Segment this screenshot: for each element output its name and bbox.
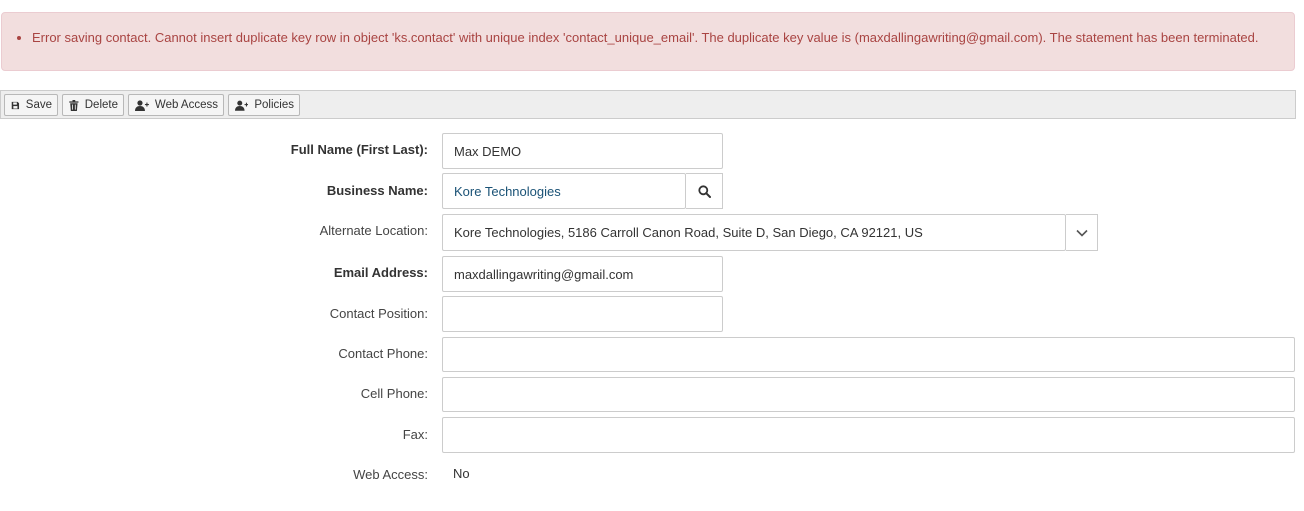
web-access-value: No xyxy=(453,466,470,481)
web-access-button-label: Web Access xyxy=(154,99,218,111)
toolbar: Save Delete Web Access Policies xyxy=(0,90,1296,119)
error-list: Error saving contact. Cannot insert dupl… xyxy=(16,30,1282,46)
business-search-button[interactable] xyxy=(686,173,723,209)
business-name-input[interactable]: Kore Technologies xyxy=(442,173,686,209)
contact-position-label: Contact Position: xyxy=(329,306,428,321)
delete-button-label: Delete xyxy=(84,99,118,111)
contact-position-input[interactable] xyxy=(442,296,723,332)
save-button[interactable]: Save xyxy=(4,94,58,116)
error-message: Error saving contact. Cannot insert dupl… xyxy=(32,30,1282,46)
delete-button[interactable]: Delete xyxy=(62,94,124,116)
floppy-disk-icon xyxy=(11,101,20,109)
trash-icon xyxy=(69,99,79,111)
full-name-input[interactable]: Max DEMO xyxy=(442,133,723,169)
cell-phone-input[interactable] xyxy=(442,377,1295,412)
contact-phone-input[interactable] xyxy=(442,337,1295,372)
web-access-label: Web Access: xyxy=(353,467,428,482)
alternate-location-label: Alternate Location: xyxy=(319,223,428,238)
policies-button[interactable]: Policies xyxy=(228,94,300,116)
search-icon xyxy=(697,184,711,198)
user-plus-icon xyxy=(135,99,149,111)
full-name-label: Full Name (First Last): xyxy=(290,142,428,157)
save-button-label: Save xyxy=(25,99,52,111)
web-access-button[interactable]: Web Access xyxy=(128,94,224,116)
user-plus-icon xyxy=(235,100,249,111)
fax-input[interactable] xyxy=(442,417,1295,453)
chevron-down-icon xyxy=(1075,229,1088,237)
business-name-label: Business Name: xyxy=(326,183,428,198)
alternate-location-select[interactable]: Kore Technologies, 5186 Carroll Canon Ro… xyxy=(442,214,1066,251)
alternate-location-dropdown-button[interactable] xyxy=(1066,214,1098,251)
fax-label: Fax: xyxy=(402,427,428,442)
error-alert: Error saving contact. Cannot insert dupl… xyxy=(1,12,1295,71)
policies-button-label: Policies xyxy=(254,99,294,111)
email-label: Email Address: xyxy=(333,265,428,280)
contact-phone-label: Contact Phone: xyxy=(338,346,428,361)
cell-phone-label: Cell Phone: xyxy=(360,386,428,401)
email-input[interactable]: maxdallingawriting@gmail.com xyxy=(442,256,723,292)
